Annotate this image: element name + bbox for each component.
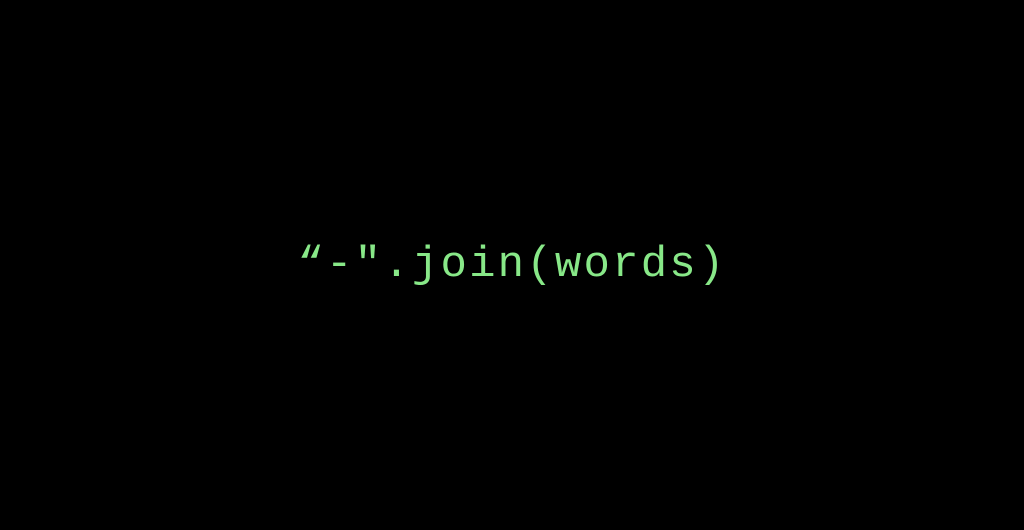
code-snippet: “-".join(words) bbox=[297, 240, 726, 290]
